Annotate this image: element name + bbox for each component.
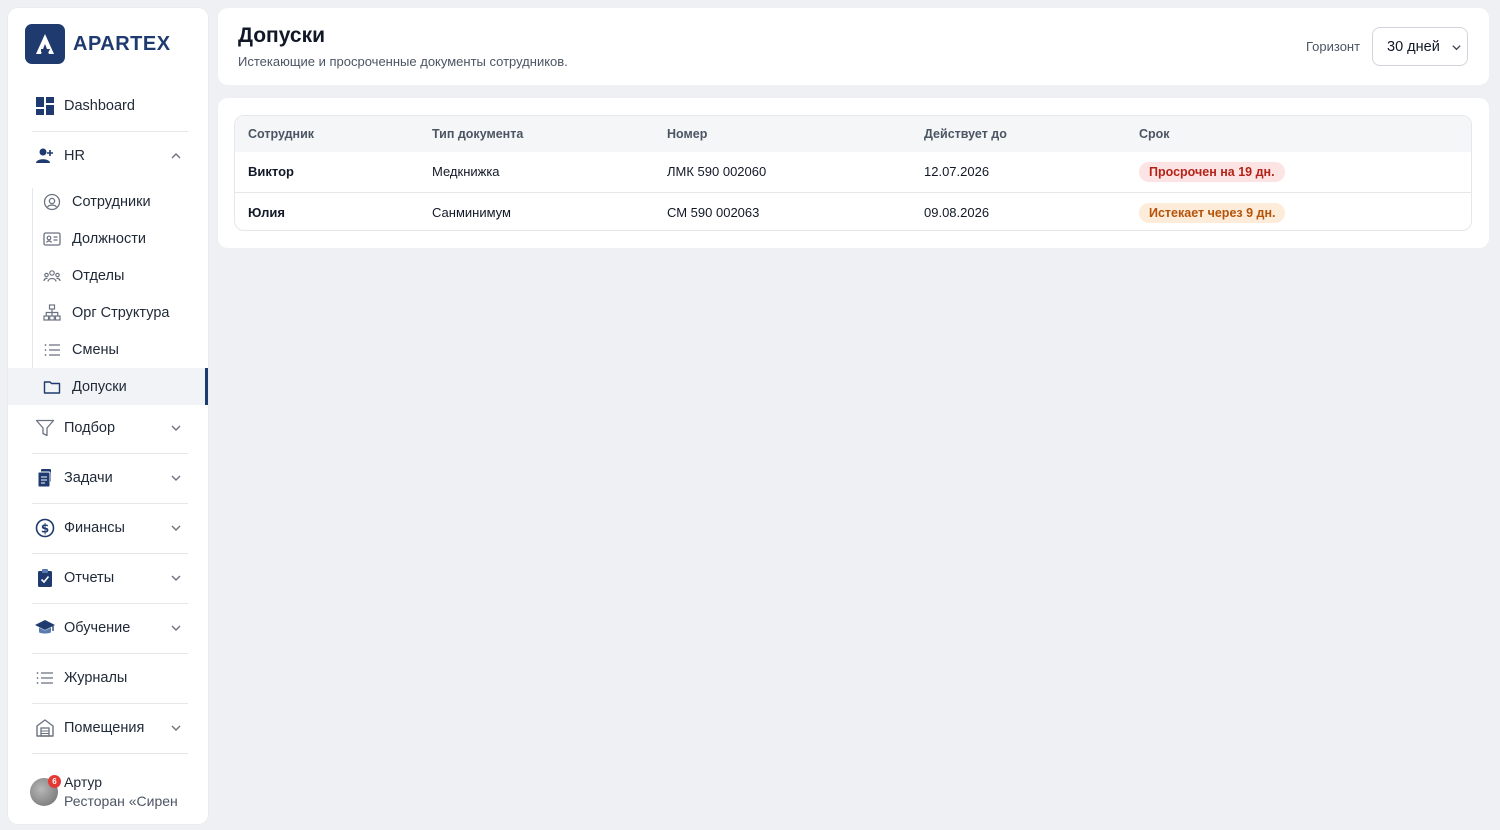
horizon-select[interactable]: 30 дней <box>1372 27 1468 66</box>
list-icon <box>34 667 56 689</box>
sidebar-item-label: Допуски <box>72 378 127 395</box>
sidebar-item-employees[interactable]: Сотрудники <box>8 183 208 220</box>
logo-mark-icon <box>25 24 65 64</box>
column-header-doc-type[interactable]: Тип документа <box>432 127 523 141</box>
building-icon <box>34 717 56 739</box>
logo[interactable]: APARTEX <box>25 24 171 64</box>
user-profile[interactable]: 6 Артур Ресторан «Сирен <box>30 774 200 814</box>
chevron-down-icon <box>168 420 184 436</box>
cell-number: СМ 590 002063 <box>667 205 760 220</box>
divider <box>32 753 188 754</box>
chevron-down-icon <box>168 720 184 736</box>
table-row[interactable]: Юлия Санминимум СМ 590 002063 09.08.2026… <box>235 192 1471 230</box>
sidebar-item-label: Подбор <box>64 420 116 436</box>
sidebar-item-label: Орг Структура <box>72 304 170 321</box>
sidebar-item-label: Журналы <box>64 670 128 686</box>
horizon-label: Горизонт <box>1306 39 1361 54</box>
chevron-down-icon <box>168 620 184 636</box>
sidebar-item-label: HR <box>64 148 85 164</box>
cell-valid-until: 09.08.2026 <box>924 205 990 220</box>
dashboard-icon <box>34 95 56 117</box>
sidebar-item-label: Отчеты <box>64 570 115 586</box>
sidebar-item-label: Обучение <box>64 620 131 636</box>
sidebar-item-positions[interactable]: Должности <box>8 220 208 257</box>
column-header-number[interactable]: Номер <box>667 127 707 141</box>
sidebar-item-premises[interactable]: Помещения <box>8 703 208 753</box>
sidebar-item-dashboard[interactable]: Dashboard <box>8 81 208 131</box>
column-header-term[interactable]: Срок <box>1139 127 1170 141</box>
user-circle-icon <box>42 192 62 212</box>
clipboard-icon <box>34 467 56 489</box>
user-plus-icon <box>34 145 56 167</box>
sidebar-item-label: Сотрудники <box>72 193 151 210</box>
sidebar-item-org-structure[interactable]: Орг Структура <box>8 294 208 331</box>
sidebar: APARTEX Dashboard HR Сотрудники Должност… <box>8 8 208 824</box>
page-title: Допуски <box>238 24 325 47</box>
sidebar-item-tasks[interactable]: Задачи <box>8 453 208 503</box>
report-icon <box>34 567 56 589</box>
column-header-employee[interactable]: Сотрудник <box>248 127 314 141</box>
sidebar-item-hr[interactable]: HR <box>8 131 208 181</box>
sidebar-item-recruiting[interactable]: Подбор <box>8 403 208 453</box>
sidebar-item-departments[interactable]: Отделы <box>8 257 208 294</box>
cell-doc-type: Санминимум <box>432 205 511 220</box>
org-chart-icon <box>42 303 62 323</box>
sidebar-item-label: Должности <box>72 230 146 247</box>
dollar-icon: $ <box>34 517 56 539</box>
page-header: Допуски Истекающие и просроченные докуме… <box>218 8 1489 85</box>
cell-doc-type: Медкнижка <box>432 164 500 179</box>
chevron-down-icon <box>168 470 184 486</box>
cell-employee: Юлия <box>248 205 285 220</box>
cell-number: ЛМК 590 002060 <box>667 164 767 179</box>
folder-icon <box>42 377 62 397</box>
cell-employee: Виктор <box>248 164 294 179</box>
sidebar-item-label: Dashboard <box>64 98 135 114</box>
column-header-valid-until[interactable]: Действует до <box>924 127 1007 141</box>
funnel-icon <box>34 417 56 439</box>
chevron-down-icon <box>1451 41 1462 57</box>
chevron-down-icon <box>168 570 184 586</box>
users-group-icon <box>42 266 62 286</box>
sidebar-item-label: Помещения <box>64 720 145 736</box>
status-badge: Истекает через 9 дн. <box>1139 203 1286 223</box>
table-row[interactable]: Виктор Медкнижка ЛМК 590 002060 12.07.20… <box>235 152 1471 192</box>
svg-text:$: $ <box>41 522 49 536</box>
page-subtitle: Истекающие и просроченные документы сотр… <box>238 54 568 69</box>
user-organization: Ресторан «Сирен <box>64 793 178 809</box>
sidebar-item-label: Финансы <box>64 520 125 536</box>
chevron-down-icon <box>168 520 184 536</box>
sidebar-item-permits[interactable]: Допуски <box>8 368 208 405</box>
user-name: Артур <box>64 774 103 790</box>
sidebar-item-reports[interactable]: Отчеты <box>8 553 208 603</box>
chevron-up-icon <box>168 148 184 164</box>
graduation-cap-icon <box>34 617 56 639</box>
status-badge: Просрочен на 19 дн. <box>1139 162 1285 182</box>
notification-badge: 6 <box>48 775 61 788</box>
sidebar-item-label: Задачи <box>64 470 113 486</box>
permits-card: Сотрудник Тип документа Номер Действует … <box>218 98 1489 248</box>
sidebar-item-journals[interactable]: Журналы <box>8 653 208 703</box>
table-header: Сотрудник Тип документа Номер Действует … <box>235 116 1471 152</box>
cell-valid-until: 12.07.2026 <box>924 164 990 179</box>
permits-table: Сотрудник Тип документа Номер Действует … <box>234 115 1472 231</box>
list-icon <box>42 340 62 360</box>
horizon-select-value: 30 дней <box>1387 39 1440 55</box>
sidebar-item-shifts[interactable]: Смены <box>8 331 208 368</box>
sidebar-item-training[interactable]: Обучение <box>8 603 208 653</box>
sidebar-item-label: Смены <box>72 341 119 358</box>
sidebar-item-label: Отделы <box>72 267 125 284</box>
sidebar-item-finance[interactable]: $ Финансы <box>8 503 208 553</box>
brand-name: APARTEX <box>73 32 171 55</box>
id-card-icon <box>42 229 62 249</box>
